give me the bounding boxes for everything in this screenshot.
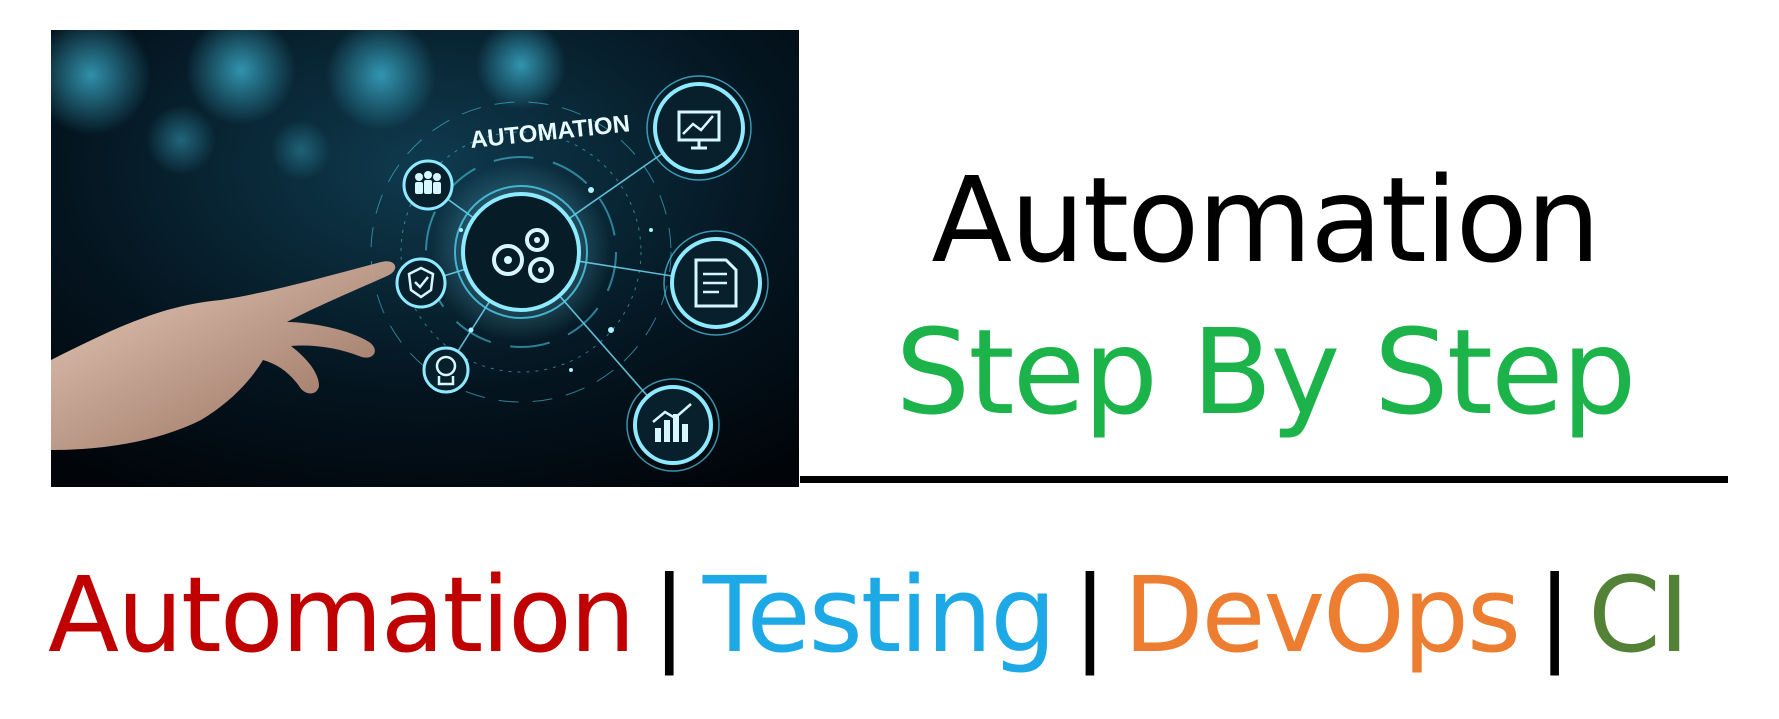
topic-separator: | [651,554,687,676]
topic-ci: CI [1588,554,1689,676]
check-shield-icon [395,257,447,309]
document-edit-icon [663,230,769,336]
title-block: Automation Step By Step [800,150,1730,442]
topic-testing: Testing [702,554,1057,676]
page-subtitle: Step By Step [895,303,1636,441]
gears-icon [431,162,611,342]
page-title: Automation [931,151,1600,289]
topic-automation: Automation [48,554,636,676]
bar-chart-icon [626,378,720,472]
people-icon [402,159,454,211]
topics-line: Automation | Testing | DevOps | CI [48,540,1748,690]
brain-icon [422,346,470,394]
chart-monitor-icon [646,75,752,181]
title-divider [800,476,1728,483]
topic-devops: DevOps [1123,554,1521,676]
topic-separator: | [1537,554,1572,676]
automation-hero-image: AUTOMATION [51,30,799,487]
hero-illustration: AUTOMATION [51,30,799,487]
topic-separator: | [1072,554,1107,676]
